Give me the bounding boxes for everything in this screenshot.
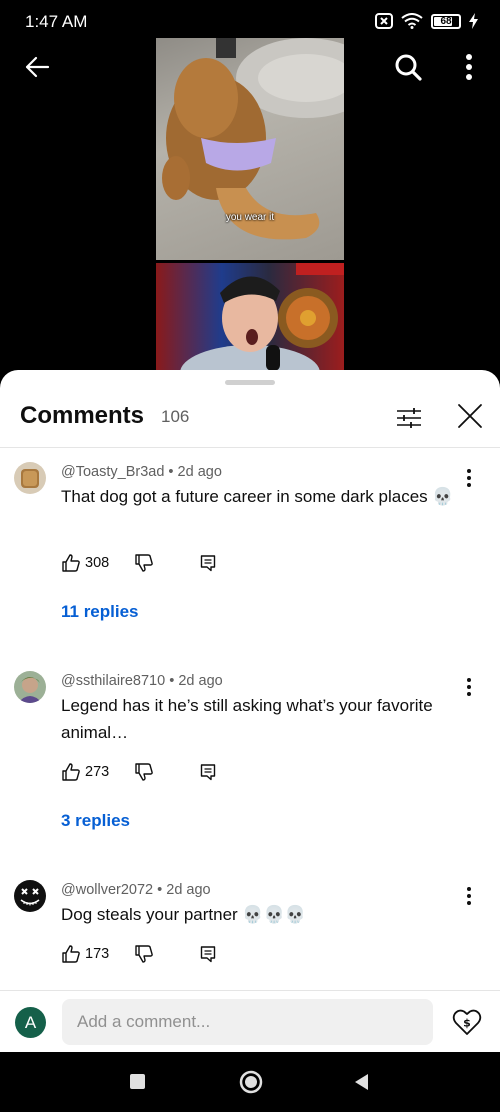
- system-nav-bar: [0, 1052, 500, 1112]
- close-comments-button[interactable]: [455, 401, 485, 431]
- reply-button[interactable]: [200, 762, 216, 787]
- comment-text: Legend has it he’s still asking what’s y…: [61, 696, 433, 742]
- thumbs-down-icon: [135, 763, 153, 781]
- add-comment-bar: A Add a comment... $: [0, 990, 500, 1052]
- more-options-button[interactable]: [458, 52, 480, 84]
- view-replies-link[interactable]: 3 replies: [61, 811, 130, 831]
- dislike-button[interactable]: [134, 762, 154, 787]
- recents-button[interactable]: [130, 1074, 145, 1089]
- comment-menu-button[interactable]: [458, 676, 480, 698]
- comments-count: 106: [161, 407, 190, 426]
- comment-text: That dog got a future career in some dar…: [61, 487, 454, 506]
- comment-actions: 308: [61, 553, 221, 577]
- comment-menu-button[interactable]: [458, 467, 480, 489]
- thumbs-up-icon: [62, 763, 80, 781]
- like-button[interactable]: 173: [61, 944, 109, 964]
- search-icon: [395, 54, 422, 81]
- avatar[interactable]: [14, 462, 46, 494]
- more-vert-icon: [467, 678, 471, 696]
- like-count: 308: [85, 555, 110, 571]
- video-frame-dog: you wear it: [156, 38, 344, 260]
- comment-author[interactable]: @Toasty_Br3ad: [61, 464, 164, 480]
- comment-item: @Toasty_Br3ad • 2d ago That dog got a fu…: [0, 462, 500, 642]
- back-button[interactable]: [22, 52, 52, 82]
- reply-icon: [200, 764, 216, 781]
- wifi-icon: [401, 13, 423, 29]
- filter-icon: [397, 408, 421, 428]
- thumbs-up-icon: [62, 945, 80, 963]
- comment-actions: 173: [61, 944, 221, 968]
- super-thanks-icon: $: [452, 1009, 482, 1035]
- like-button[interactable]: 308: [61, 553, 109, 573]
- avatar[interactable]: [14, 880, 46, 912]
- comments-title: Comments: [20, 402, 145, 429]
- comment-meta: @ssthilaire8710 • 2d ago: [61, 673, 223, 689]
- video-frame-reaction: [156, 263, 344, 371]
- dislike-button[interactable]: [134, 944, 154, 969]
- video-player[interactable]: you wear it: [156, 38, 344, 371]
- video-caption: you wear it: [225, 212, 275, 223]
- comment-author[interactable]: @ssthilaire8710: [61, 673, 165, 689]
- dislike-button[interactable]: [134, 553, 154, 578]
- comment-text: Dog steals your partner 💀💀💀: [61, 905, 306, 924]
- comment-author[interactable]: @wollver2072: [61, 882, 153, 898]
- like-button[interactable]: 273: [61, 762, 109, 782]
- charging-icon: [469, 13, 478, 29]
- user-avatar[interactable]: A: [15, 1007, 46, 1038]
- comment-age: 2d ago: [178, 673, 223, 689]
- status-time: 1:47 AM: [25, 12, 88, 31]
- comment-item: @ssthilaire8710 • 2d ago Legend has it h…: [0, 671, 500, 851]
- svg-text:$: $: [463, 1017, 471, 1030]
- reply-button[interactable]: [200, 944, 216, 969]
- like-count: 173: [85, 946, 110, 962]
- drag-handle[interactable]: [225, 380, 275, 385]
- status-icons: 68: [375, 13, 478, 29]
- more-vert-icon: [467, 887, 471, 905]
- reply-icon: [200, 946, 216, 963]
- more-vert-icon: [467, 469, 471, 487]
- back-arrow-icon: [25, 56, 50, 78]
- super-thanks-button[interactable]: $: [452, 1007, 482, 1037]
- view-replies-link[interactable]: 11 replies: [61, 602, 139, 622]
- more-vert-icon: [466, 54, 472, 80]
- reply-button[interactable]: [200, 553, 216, 578]
- home-circle-icon: [239, 1070, 263, 1094]
- comment-meta: @wollver2072 • 2d ago: [61, 882, 211, 898]
- thumbs-down-icon: [135, 554, 153, 572]
- comment-item: @wollver2072 • 2d ago Dog steals your pa…: [0, 880, 500, 990]
- thumbs-up-icon: [62, 554, 80, 572]
- comment-actions: 273: [61, 762, 221, 786]
- back-triangle-icon: [355, 1074, 368, 1090]
- reply-icon: [200, 555, 216, 572]
- avatar[interactable]: [14, 671, 46, 703]
- comment-age: 2d ago: [177, 464, 222, 480]
- close-icon: [458, 404, 482, 428]
- like-count: 273: [85, 764, 110, 780]
- battery-level: 68: [440, 15, 452, 27]
- sort-filter-button[interactable]: [394, 403, 424, 433]
- battery-icon: 68: [431, 13, 461, 29]
- comment-menu-button[interactable]: [458, 885, 480, 907]
- system-back-button[interactable]: [352, 1072, 372, 1092]
- home-button[interactable]: [239, 1070, 263, 1094]
- search-button[interactable]: [393, 52, 423, 82]
- comments-sheet: Comments 106 @Toasty_Br3ad • 2d ago That…: [0, 370, 500, 1052]
- sim-off-icon: [375, 13, 393, 29]
- comment-age: 2d ago: [166, 882, 211, 898]
- thumbs-down-icon: [135, 945, 153, 963]
- header-divider: [0, 447, 500, 448]
- comment-meta: @Toasty_Br3ad • 2d ago: [61, 464, 222, 480]
- add-comment-input[interactable]: Add a comment...: [62, 999, 433, 1045]
